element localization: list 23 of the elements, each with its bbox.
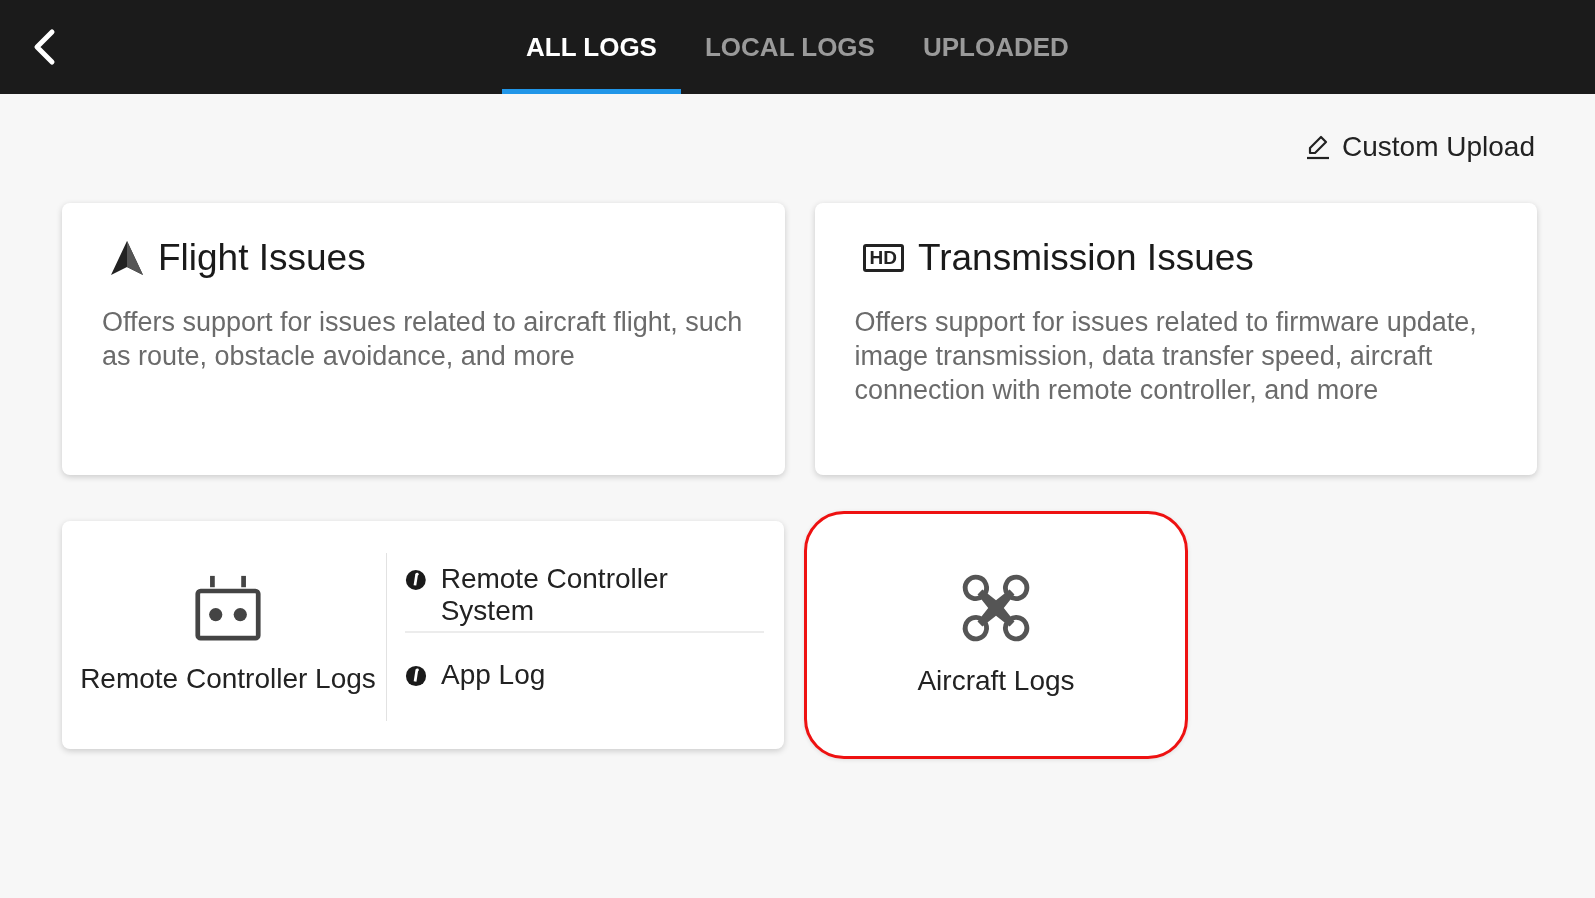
card-title: Transmission Issues bbox=[917, 237, 1254, 279]
card-title: Aircraft Logs bbox=[917, 665, 1075, 697]
info-icon bbox=[405, 569, 427, 591]
remote-controller-icon bbox=[192, 574, 264, 642]
aircraft-logs-card[interactable]: Aircraft Logs bbox=[804, 511, 1188, 759]
tab[interactable]: UPLOADED bbox=[898, 0, 1093, 94]
log-option[interactable]: Remote Controller System bbox=[405, 521, 764, 631]
tab[interactable]: ALL LOGS bbox=[502, 0, 681, 94]
option-label: App Log bbox=[441, 659, 546, 691]
card-title[interactable]: Remote Controller Logs bbox=[80, 662, 376, 696]
option-label: Remote Controller System bbox=[440, 563, 669, 627]
card-description: Offers support for issues related to aircraft flight, such as route, obstacle avoidance, and more bbox=[102, 306, 744, 373]
card-title: Flight Issues bbox=[158, 237, 366, 279]
navigation-arrow-icon bbox=[110, 240, 144, 276]
issue-card[interactable]: HD Transmission Issues Offers support for issues related to firmware update, image transmission, data transfer speed, aircraft connection with remote controller, and more bbox=[814, 203, 1537, 475]
card-description: Offers support for issues related to firmware update, image transmission, data transfer speed, aircraft connection with remote controller, and more bbox=[854, 306, 1478, 407]
drone-icon bbox=[961, 573, 1031, 643]
info-icon bbox=[405, 665, 427, 687]
pencil-icon bbox=[1306, 133, 1330, 160]
hd-icon: HD bbox=[862, 244, 904, 272]
issue-card[interactable]: Flight Issues Offers support for issues related to aircraft flight, such as route, obstacle avoidance, and more bbox=[62, 203, 785, 475]
log-option[interactable]: App Log bbox=[405, 631, 764, 721]
tab[interactable]: LOCAL LOGS bbox=[680, 0, 899, 94]
